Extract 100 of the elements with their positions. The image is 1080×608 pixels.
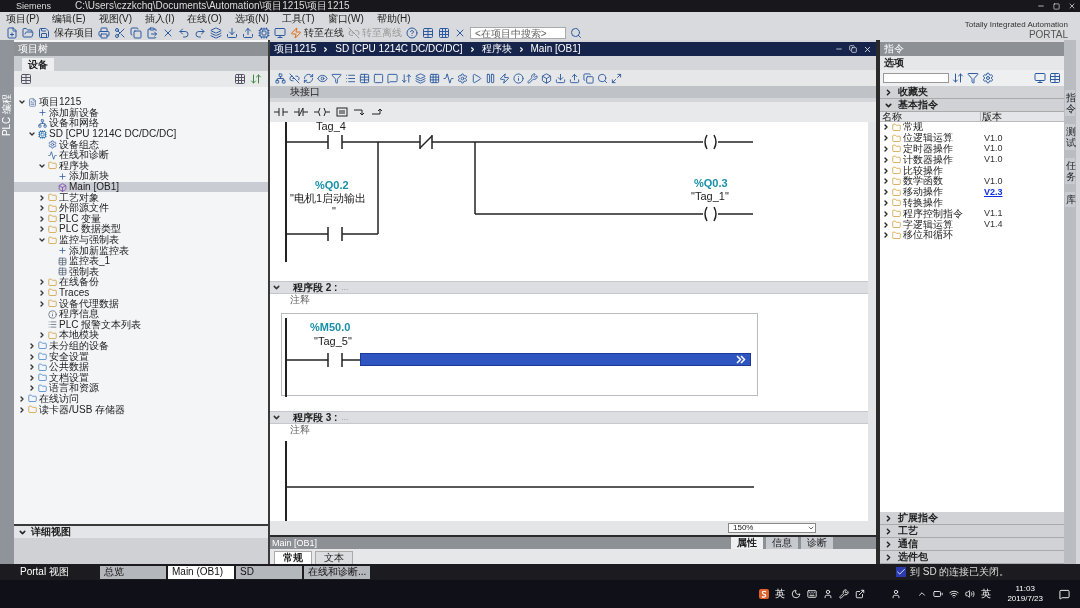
instruction-group[interactable]: 程序控制指令 xyxy=(903,208,984,219)
breadcrumb-item[interactable]: Main [OB1] xyxy=(530,44,581,54)
editor-tool-icon[interactable] xyxy=(275,72,286,84)
menu-item[interactable]: 视图(V) xyxy=(98,14,133,24)
tree-item[interactable]: 本地模块 xyxy=(14,330,268,341)
devices-tab[interactable]: 设备 xyxy=(22,58,54,71)
tree-item[interactable]: PLC 变量 xyxy=(14,213,268,225)
tree-item[interactable]: 设备组态 xyxy=(14,139,268,150)
user-icon[interactable] xyxy=(823,589,834,599)
save-project-button[interactable]: 保存项目 xyxy=(54,28,94,38)
tree-item[interactable]: 设备代理数据 xyxy=(14,298,268,309)
close-icon[interactable] xyxy=(1068,2,1076,10)
nc-contact-icon[interactable] xyxy=(294,107,308,117)
tree-item[interactable]: 添加新监控表 xyxy=(14,245,268,256)
minimize-icon[interactable] xyxy=(1037,2,1045,10)
menu-item[interactable]: 插入(I) xyxy=(145,14,175,24)
scroll-bar[interactable] xyxy=(868,122,876,521)
editor-tool-icon[interactable] xyxy=(387,72,398,84)
restore-icon[interactable] xyxy=(1053,2,1060,10)
inspector-tab[interactable]: 信息 xyxy=(766,537,798,549)
editor-tool-icon[interactable] xyxy=(373,72,384,84)
editor-tool-icon[interactable] xyxy=(569,72,580,84)
instruction-group[interactable]: 计数器操作 xyxy=(903,154,984,165)
side-tab[interactable]: 库 xyxy=(1065,192,1075,207)
tree-item[interactable]: 程序信息 xyxy=(14,308,268,320)
menu-item[interactable]: 编辑(E) xyxy=(52,14,86,24)
tree-item[interactable]: 设备和网络 xyxy=(14,118,268,129)
tree-item[interactable]: 未分组的设备 xyxy=(14,340,268,352)
section-header[interactable]: 扩展指令 xyxy=(880,512,1064,525)
table-icon[interactable] xyxy=(1049,72,1061,84)
breadcrumb-item[interactable]: SD [CPU 1214C DC/DC/DC] xyxy=(335,44,463,54)
keyboard-icon[interactable] xyxy=(807,589,818,599)
editor-tool-icon[interactable] xyxy=(401,72,412,84)
tree-item[interactable]: 安全设置 xyxy=(14,351,268,362)
section-header[interactable]: 基本指令 xyxy=(880,99,1064,112)
new-file-icon[interactable] xyxy=(6,27,18,39)
empty-box-icon[interactable] xyxy=(336,107,348,117)
editor-tool-icon[interactable] xyxy=(289,72,300,84)
tree-item[interactable]: 在线和诊断 xyxy=(14,149,268,161)
inspector-tab[interactable]: 诊断 xyxy=(801,537,833,549)
block-interface-label[interactable]: 块接口 xyxy=(290,87,320,97)
open-folder-icon[interactable] xyxy=(22,27,34,39)
editor-tool-icon[interactable] xyxy=(457,72,468,84)
editor-tool-icon[interactable] xyxy=(499,72,510,84)
tree-item[interactable]: 项目1215 xyxy=(14,97,268,108)
side-tab[interactable]: 任务 xyxy=(1065,158,1075,184)
tree-item[interactable]: 外部源文件 xyxy=(14,202,268,214)
editor-tool-icon[interactable] xyxy=(345,72,356,84)
no-contact-icon[interactable] xyxy=(274,107,288,117)
editor-tool-icon[interactable] xyxy=(541,72,552,84)
tree-item[interactable]: 在线访问 xyxy=(14,393,268,405)
minimize-icon[interactable] xyxy=(835,45,843,53)
close-icon[interactable] xyxy=(863,44,872,54)
editor-tool-icon[interactable] xyxy=(485,72,496,84)
ime-icon[interactable] xyxy=(759,589,770,599)
side-tab[interactable]: 指令 xyxy=(1065,90,1075,116)
instruction-group[interactable]: 移位和循环 xyxy=(903,230,984,241)
editor-tab[interactable]: 总览 xyxy=(100,565,166,579)
redo-icon[interactable] xyxy=(194,27,206,39)
monitor-icon[interactable] xyxy=(274,27,286,39)
external-link-icon[interactable] xyxy=(855,589,866,599)
column-header[interactable]: 版本 xyxy=(980,112,1010,121)
tree-item[interactable]: 工艺对象 xyxy=(14,192,268,203)
network-header[interactable]: 程序段 3 : ... xyxy=(270,411,868,424)
volume-icon[interactable] xyxy=(965,589,976,599)
tree-item[interactable]: 监控与强制表 xyxy=(14,234,268,246)
menu-item[interactable]: 选项(N) xyxy=(234,14,269,24)
editor-tool-icon[interactable] xyxy=(471,72,482,84)
editor-tool-icon[interactable] xyxy=(303,72,314,84)
notification-icon[interactable] xyxy=(1059,588,1070,600)
download-icon[interactable] xyxy=(226,27,238,39)
tree-item[interactable]: 监控表_1 xyxy=(14,255,268,267)
column-header[interactable]: 名称 xyxy=(880,112,980,121)
section-header[interactable]: 选件包 xyxy=(880,551,1064,564)
undo-icon[interactable] xyxy=(178,27,190,39)
delete-icon[interactable] xyxy=(162,27,174,39)
instruction-group[interactable]: 位逻辑运算 xyxy=(903,133,984,144)
editor-tool-icon[interactable] xyxy=(443,72,454,84)
side-tab[interactable]: 测试 xyxy=(1065,124,1075,150)
editor-tab[interactable]: 在线和诊断... xyxy=(304,565,370,579)
menu-item[interactable]: 工具(T) xyxy=(281,14,315,24)
settings-icon[interactable] xyxy=(982,72,994,84)
section-header[interactable]: 收藏夹 xyxy=(880,86,1064,99)
arrows-icon[interactable] xyxy=(250,73,262,85)
properties-tab[interactable]: 文本 xyxy=(315,551,353,564)
menu-item[interactable]: 帮助(H) xyxy=(376,14,411,24)
instruction-group[interactable]: 数学函数 xyxy=(903,176,984,187)
wifi-icon[interactable] xyxy=(949,589,960,599)
tree-item[interactable]: 强制表 xyxy=(14,266,268,278)
editor-tool-icon[interactable] xyxy=(331,72,342,84)
editor-tool-icon[interactable] xyxy=(513,72,524,84)
editor-tab[interactable]: SD xyxy=(236,565,302,579)
cut-icon[interactable] xyxy=(114,27,126,39)
copy-icon[interactable] xyxy=(130,27,142,39)
open-branch-icon[interactable] xyxy=(354,107,366,117)
instruction-group[interactable]: 定时器操作 xyxy=(903,144,984,154)
editor-tool-icon[interactable] xyxy=(527,72,538,84)
editor-tool-icon[interactable] xyxy=(555,72,566,84)
properties-tab[interactable]: 常规 xyxy=(274,551,312,564)
project-search-field[interactable]: <在项目中搜索> xyxy=(470,27,566,39)
